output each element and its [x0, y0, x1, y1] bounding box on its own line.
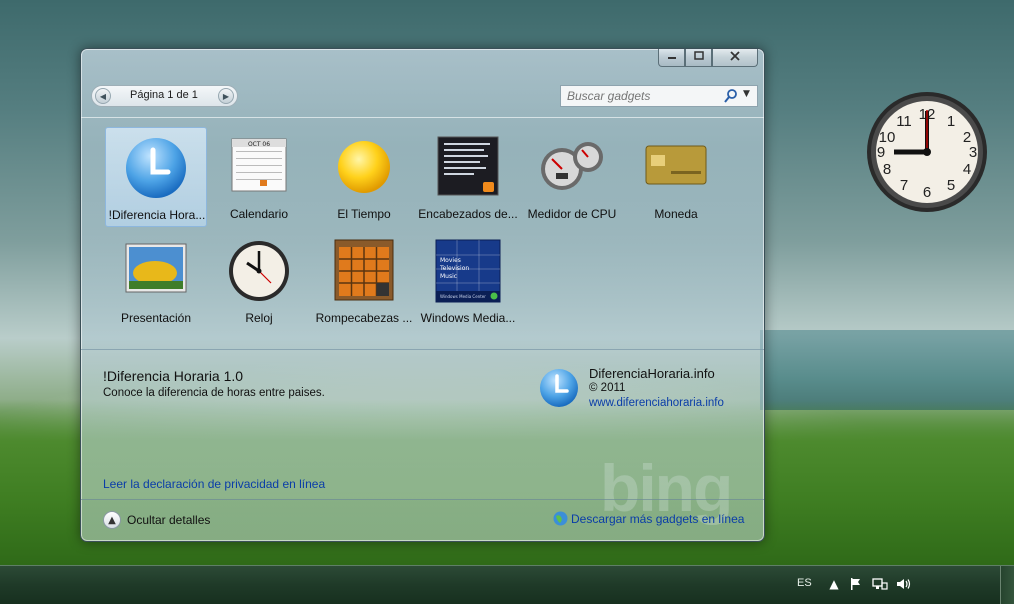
slideshow-icon [125, 243, 187, 297]
details-description: Conoce la diferencia de horas entre pais… [103, 387, 325, 399]
calendar-month: OCT 06 [248, 141, 270, 148]
gadget-medidor-cpu[interactable]: Medidor de CPU [521, 127, 623, 227]
caption-buttons [658, 49, 758, 67]
close-icon [730, 50, 740, 64]
clock-icon [227, 239, 291, 307]
maximize-button[interactable] [685, 49, 712, 67]
details-title: !Diferencia Horaria 1.0 [103, 368, 244, 384]
maximize-icon [693, 50, 704, 64]
gadget-label: Rompecabezas ... [315, 311, 413, 325]
next-page-button[interactable]: ▶ [218, 88, 234, 104]
search-input[interactable] [561, 86, 721, 106]
language-indicator[interactable]: ES [797, 577, 812, 589]
gadget-reloj[interactable]: Reloj [208, 231, 310, 331]
page-navigator: ◀ Página 1 de 1 ▶ [91, 85, 238, 107]
svg-text:1: 1 [947, 113, 955, 130]
minimize-button[interactable] [658, 49, 685, 67]
calendar-icon: OCT 06 [230, 135, 288, 197]
close-button[interactable] [712, 49, 758, 67]
gadget-rompecabezas[interactable]: Rompecabezas ... [313, 231, 415, 331]
copyright-text: © 2011 [589, 382, 626, 394]
privacy-statement-link[interactable]: Leer la declaración de privacidad en lín… [103, 477, 325, 491]
gadget-label: Calendario [229, 207, 289, 221]
publisher-url-link[interactable]: www.diferenciahoraria.info [589, 397, 724, 409]
get-more-gadgets-link[interactable]: Descargar más gadgets en línea [571, 512, 744, 526]
chevron-down-icon[interactable]: ▼ [743, 89, 750, 99]
puzzle-icon [334, 239, 394, 305]
svg-text:8: 8 [883, 161, 891, 178]
details-pane: !Diferencia Horaria 1.0 Conoce la difere… [81, 349, 764, 499]
svg-text:6: 6 [923, 184, 931, 201]
currency-card-icon [645, 145, 707, 189]
show-desktop-button[interactable] [1000, 566, 1014, 604]
clock-blue-icon [124, 136, 188, 204]
taskbar: ES ▲ [0, 565, 1014, 604]
svg-text:11: 11 [896, 113, 912, 130]
svg-text:3: 3 [969, 144, 977, 161]
media-center-brand: Windows Media Center [440, 294, 486, 299]
minimize-icon [667, 51, 677, 64]
toolbar-divider [81, 117, 764, 118]
gadget-label: Presentación [120, 311, 192, 325]
hide-details-button[interactable]: ▲ [103, 511, 121, 529]
svg-text:7: 7 [900, 177, 908, 194]
gadgets-window: ◀ Página 1 de 1 ▶ ▼ !Diferencia Hora... [80, 48, 765, 542]
rss-feed-icon [436, 135, 500, 201]
gadget-windows-media[interactable]: Movies Television Music Windows Media Ce… [417, 231, 519, 331]
page-indicator: Página 1 de 1 [130, 89, 198, 101]
gadget-label: El Tiempo [337, 207, 391, 221]
svg-text:9: 9 [877, 144, 885, 161]
svg-text:5: 5 [947, 177, 955, 194]
gadget-encabezados[interactable]: Encabezados de... [417, 127, 519, 227]
show-hidden-icons-icon[interactable]: ▲ [826, 577, 842, 593]
gadget-diferencia-horaria[interactable]: !Diferencia Hora... [105, 127, 207, 227]
bottom-bar: ▲ Ocultar detalles Descargar más gadgets… [81, 499, 764, 541]
media-center-icon: Movies Television Music Windows Media Ce… [435, 239, 501, 307]
globe-icon [553, 511, 568, 526]
publisher-logo-icon [539, 368, 579, 408]
media-menu-music: Music [440, 273, 457, 280]
publisher-name: DiferenciaHoraria.info [589, 366, 715, 381]
sun-icon [334, 137, 394, 201]
gadget-presentacion[interactable]: Presentación [105, 231, 207, 331]
cpu-meter-icon [538, 137, 606, 197]
search-box: ▼ [560, 85, 758, 107]
svg-text:10: 10 [879, 129, 896, 146]
gadget-label: Encabezados de... [418, 207, 518, 221]
svg-text:4: 4 [963, 161, 971, 178]
gadget-moneda[interactable]: Moneda [625, 127, 727, 227]
gadget-label: Moneda [654, 207, 698, 221]
gadget-calendario[interactable]: OCT 06 Calendario [208, 127, 310, 227]
chevron-left-icon: ◀ [99, 91, 107, 101]
background-sea [760, 330, 1014, 410]
chevron-up-icon: ▲ [108, 514, 116, 526]
gadget-label: Windows Media... [420, 311, 516, 325]
gadget-label: Medidor de CPU [527, 207, 617, 221]
gadget-label: !Diferencia Hora... [108, 208, 206, 222]
network-icon[interactable] [872, 577, 888, 593]
media-menu-television: Television [439, 265, 469, 272]
action-center-flag-icon[interactable] [848, 577, 864, 593]
gadget-label: Reloj [245, 311, 273, 325]
gadget-el-tiempo[interactable]: El Tiempo [313, 127, 415, 227]
media-menu-movies: Movies [440, 257, 461, 264]
volume-icon[interactable] [896, 577, 912, 593]
previous-page-button[interactable]: ◀ [95, 88, 111, 104]
chevron-right-icon: ▶ [222, 91, 230, 101]
hide-details-label[interactable]: Ocultar detalles [127, 513, 210, 527]
search-icon[interactable] [723, 88, 739, 104]
desktop-clock-gadget[interactable]: 1212 345 678 91011 [864, 90, 990, 214]
